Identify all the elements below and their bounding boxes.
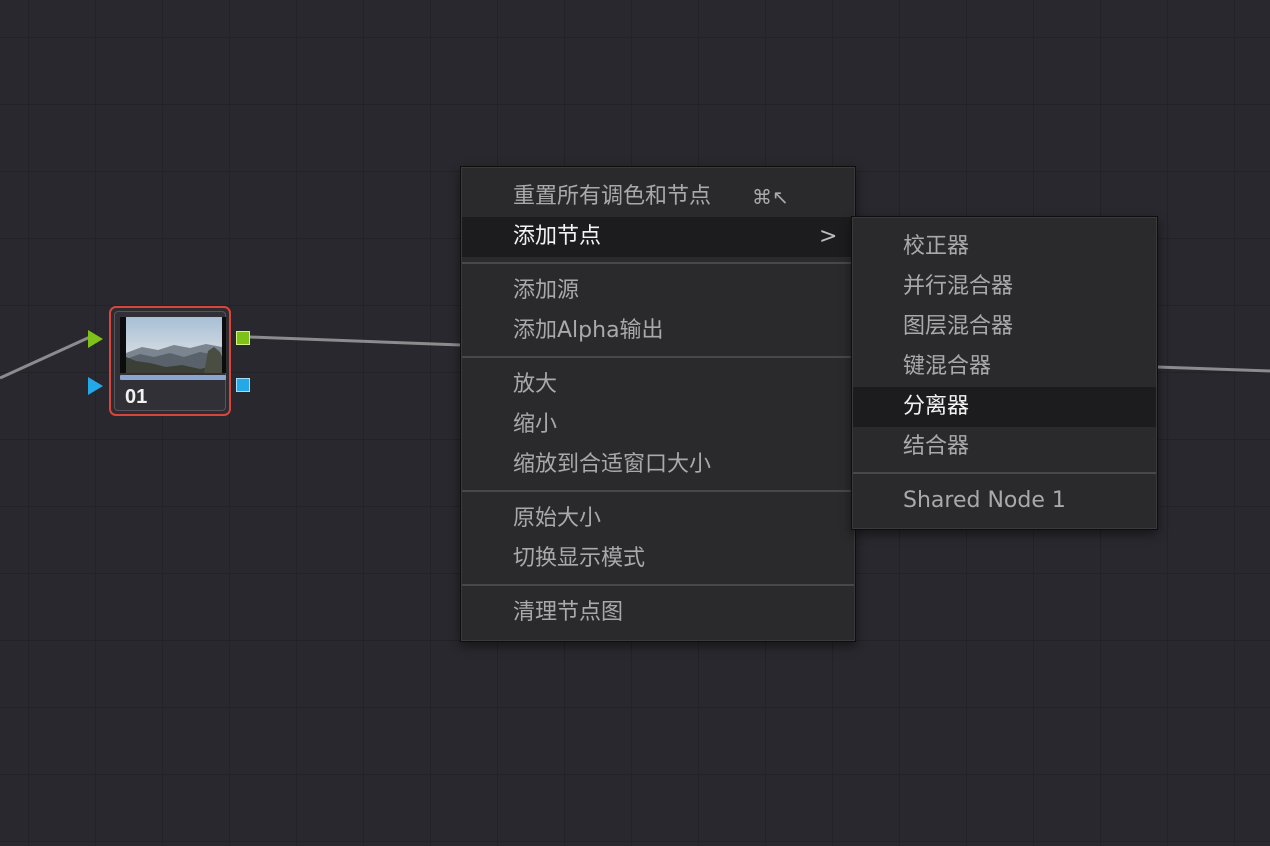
chevron-right-icon: > <box>819 224 838 249</box>
menu-item-label: 缩小 <box>513 412 558 437</box>
submenu-item-key-mixer[interactable]: 键混合器 <box>853 347 1156 387</box>
node-label: 01 <box>125 386 148 408</box>
submenu-item-corrector[interactable]: 校正器 <box>853 227 1156 267</box>
menu-item-label: 原始大小 <box>513 506 602 531</box>
menu-item-label: 图层混合器 <box>903 314 1014 339</box>
submenu-item-layer-mixer[interactable]: 图层混合器 <box>853 307 1156 347</box>
menu-separator <box>462 262 854 264</box>
menu-item-label: 添加节点 <box>513 224 602 249</box>
menu-item-label: 添加Alpha输出 <box>513 318 664 343</box>
submenu-item-splitter[interactable]: 分离器 <box>853 387 1156 427</box>
menu-item-toggle-display-mode[interactable]: 切换显示模式 <box>462 539 854 579</box>
color-node-01[interactable]: 01 <box>109 306 231 416</box>
output-connection-line <box>249 335 462 347</box>
menu-separator <box>462 584 854 586</box>
node-progress-bar <box>120 375 226 380</box>
menu-item-label: 并行混合器 <box>903 274 1014 299</box>
shortcut-label: ⌘↖ <box>752 185 789 209</box>
alpha-output-port[interactable] <box>236 378 250 392</box>
menu-separator <box>853 472 1156 474</box>
alpha-input-port[interactable] <box>88 377 103 395</box>
menu-item-cleanup-node-graph[interactable]: 清理节点图 <box>462 593 854 633</box>
output-continuation-line <box>1156 365 1270 373</box>
add-node-submenu: 校正器 并行混合器 图层混合器 键混合器 分离器 结合器 Shared Node… <box>851 216 1158 530</box>
menu-item-label: Shared Node 1 <box>903 488 1066 513</box>
menu-item-original-size[interactable]: 原始大小 <box>462 499 854 539</box>
menu-item-label: 放大 <box>513 372 558 397</box>
menu-item-label: 清理节点图 <box>513 600 624 625</box>
submenu-item-combiner[interactable]: 结合器 <box>853 427 1156 467</box>
input-connection-line <box>0 335 91 380</box>
submenu-item-parallel-mixer[interactable]: 并行混合器 <box>853 267 1156 307</box>
menu-item-label: 添加源 <box>513 278 580 303</box>
menu-item-label: 结合器 <box>903 434 970 459</box>
menu-item-label: 校正器 <box>903 234 970 259</box>
mountain-landscape-thumbnail <box>120 317 226 373</box>
submenu-item-shared-node-1[interactable]: Shared Node 1 <box>853 481 1156 521</box>
menu-separator <box>462 356 854 358</box>
menu-item-label: 键混合器 <box>903 354 992 379</box>
menu-item-label: 切换显示模式 <box>513 546 646 571</box>
menu-item-add-alpha-output[interactable]: 添加Alpha输出 <box>462 311 854 351</box>
menu-item-label: 分离器 <box>903 394 970 419</box>
menu-item-zoom-to-fit[interactable]: 缩放到合适窗口大小 <box>462 445 854 485</box>
node-body: 01 <box>114 311 226 411</box>
menu-item-reset-all-grades-and-nodes[interactable]: 重置所有调色和节点 ⌘↖ <box>462 177 854 217</box>
menu-item-zoom-in[interactable]: 放大 <box>462 365 854 405</box>
menu-item-label: 重置所有调色和节点 <box>513 184 712 209</box>
menu-separator <box>462 490 854 492</box>
menu-item-add-node[interactable]: 添加节点 > <box>462 217 854 257</box>
node-thumbnail <box>120 317 226 373</box>
rgb-output-port[interactable] <box>236 331 250 345</box>
rgb-input-port[interactable] <box>88 330 103 348</box>
context-menu: 重置所有调色和节点 ⌘↖ 添加节点 > 添加源 添加Alpha输出 放大 缩小 … <box>460 166 856 642</box>
menu-item-zoom-out[interactable]: 缩小 <box>462 405 854 445</box>
menu-item-label: 缩放到合适窗口大小 <box>513 452 712 477</box>
menu-item-add-source[interactable]: 添加源 <box>462 271 854 311</box>
